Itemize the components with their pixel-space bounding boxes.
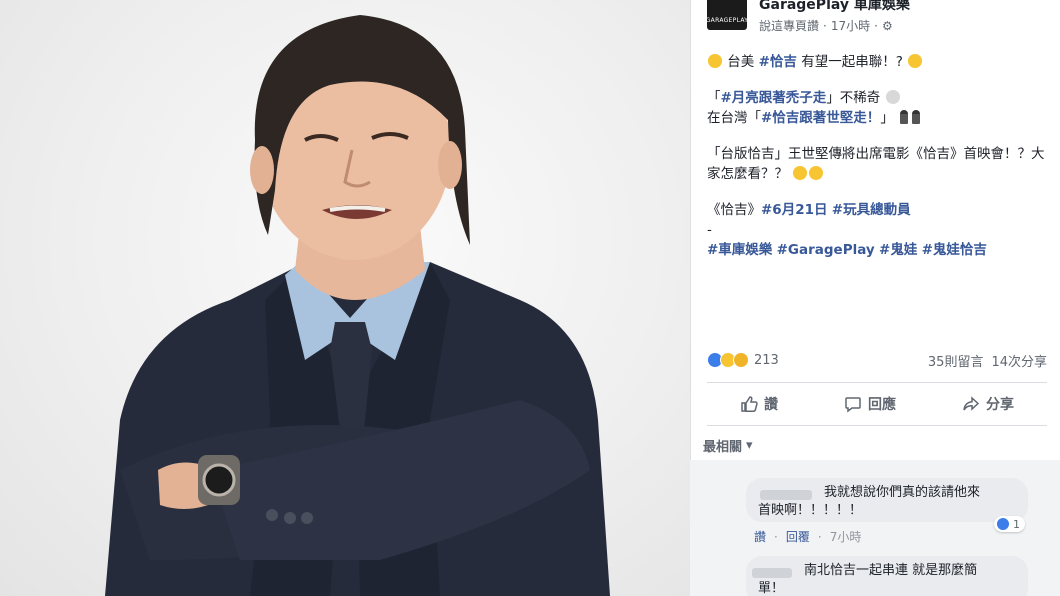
moon-emoji-icon	[885, 90, 900, 104]
commenter-name-redacted[interactable]	[752, 568, 792, 578]
line3-suffix: 」	[880, 110, 894, 126]
meta-separator: ·	[823, 18, 827, 33]
page-name[interactable]: GaragePlay 車庫娛樂	[759, 0, 910, 14]
comment-1-meta: 讚 · 回覆 · 7小時	[754, 528, 861, 545]
share-label: 分享	[986, 397, 1014, 413]
commenter-name-redacted[interactable]	[760, 490, 812, 500]
comment-icon	[845, 397, 861, 413]
hashtag-link[interactable]: #鬼娃恰吉	[922, 242, 987, 258]
like-icon	[741, 396, 758, 412]
hashtag-link[interactable]: #6月21日	[761, 202, 828, 218]
page-logo[interactable]: GARAGEPLAY	[705, 0, 749, 30]
meta-dot: ·	[774, 529, 778, 544]
gear-icon[interactable]: ⚙	[882, 19, 893, 33]
hashtag-link[interactable]: #車庫娛樂	[707, 242, 772, 258]
hashtag-link[interactable]: #恰吉	[759, 54, 797, 70]
post-paragraph-2: 「#月亮跟著禿子走」不稀奇 在台灣「#恰吉跟著世堅走！」	[707, 88, 1047, 128]
laughing-emoji-icon	[708, 54, 722, 68]
reaction-count[interactable]: 213	[754, 353, 779, 368]
thinking-emoji-icon	[793, 166, 808, 180]
meta-dot-2: ·	[817, 529, 822, 544]
post-meta: 說這專頁讚 · 17小時 · ⚙	[759, 17, 893, 34]
comment-2-line2: 單！	[758, 581, 785, 596]
comment-button[interactable]: 回應	[844, 394, 896, 414]
line2-open: 「	[707, 90, 721, 106]
chevron-down-icon: ▾	[746, 438, 753, 453]
comment-reply-link[interactable]: 回覆	[786, 528, 810, 545]
comment-label: 回應	[868, 397, 896, 413]
share-count[interactable]: 14次分享	[991, 351, 1047, 370]
paragraph-3-text: 「台版恰吉」王世堅傳將出席電影《恰吉》首映會！？大家怎麼看？？	[707, 146, 1045, 182]
laughing-emoji-icon	[908, 54, 923, 68]
share-button[interactable]: 分享	[962, 394, 1014, 414]
share-icon	[963, 396, 980, 411]
line2-suffix: 」不稀奇	[826, 90, 881, 106]
logo-text: GARAGEPLAY	[705, 17, 749, 24]
post-paragraph-1: 台美 #恰吉 有望一起串聯！?	[707, 52, 1047, 72]
reactions-summary: 213 35則留言 14次分享	[707, 350, 1047, 370]
meta-separator-2: ·	[874, 18, 878, 33]
line5-prefix: 《恰吉》	[707, 202, 761, 218]
walking-emoji-icon	[900, 110, 909, 124]
post-photo[interactable]	[0, 0, 690, 596]
hashtag-link[interactable]: #恰吉跟著世堅走！	[761, 110, 880, 126]
hashtag-link[interactable]: #鬼娃	[879, 242, 917, 258]
comment-sort-dropdown[interactable]: 最相關 ▾	[703, 436, 753, 455]
post-paragraph-3: 「台版恰吉」王世堅傳將出席電影《恰吉》首映會！？大家怎麼看？？	[707, 144, 1047, 184]
comment-2-line1: 南北恰吉一起串連 就是那麼簡	[804, 563, 978, 578]
walking-emoji-icon	[912, 110, 921, 124]
comment-1-reaction-count: 1	[1013, 517, 1020, 531]
comment-1[interactable]: 我就想說你們真的該請他來 首映啊！！！！！	[746, 478, 1028, 522]
post-body: 台美 #恰吉 有望一起串聯！? 「#月亮跟著禿子走」不稀奇 在台灣「#恰吉跟著世…	[707, 52, 1047, 260]
post-time[interactable]: 17小時	[831, 17, 870, 34]
sort-label: 最相關	[703, 440, 743, 455]
thinking-emoji-icon	[809, 166, 824, 180]
post-actions: 讚 回應 分享	[707, 382, 1047, 426]
post-stats: 35則留言 14次分享	[928, 351, 1047, 370]
hashtag-link[interactable]: #玩具總動員	[832, 202, 911, 218]
like-label: 讚	[764, 397, 778, 413]
hashtag-link[interactable]: #GaragePlay	[777, 242, 875, 258]
line1-suffix: 有望一起串聯！?	[801, 54, 903, 70]
post-paragraph-4: 《恰吉》#6月21日 #玩具總動員	[707, 200, 1047, 220]
photo-illustration	[105, 15, 610, 596]
comment-like-link[interactable]: 讚	[754, 528, 766, 545]
hashtag-link[interactable]: #月亮跟著禿子走	[721, 90, 827, 106]
wow-reaction-icon[interactable]	[733, 352, 749, 368]
like-button[interactable]: 讚	[740, 394, 778, 414]
meta-prefix: 說這專頁讚	[759, 19, 820, 33]
dash-line: -	[707, 222, 712, 238]
hashtag-line: #車庫娛樂 #GaragePlay #鬼娃 #鬼娃恰吉	[707, 240, 1047, 260]
comment-1-line2: 首映啊！！！！！	[758, 503, 863, 518]
comment-count[interactable]: 35則留言	[928, 351, 984, 370]
like-reaction-icon	[996, 517, 1010, 531]
comment-1-reactions[interactable]: 1	[994, 516, 1025, 532]
line3-prefix: 在台灣「	[707, 110, 761, 126]
comment-time[interactable]: 7小時	[830, 528, 862, 545]
line1-prefix: 台美	[727, 54, 755, 70]
